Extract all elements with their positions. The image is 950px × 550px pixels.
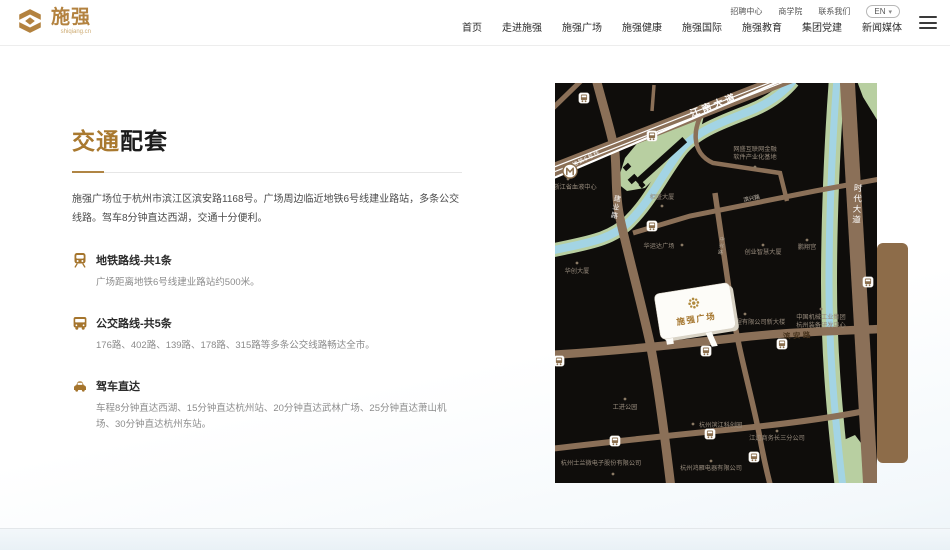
language-label: EN — [874, 7, 885, 16]
language-selector[interactable]: EN ▾ — [866, 5, 900, 18]
bus-stop-icon — [777, 339, 787, 349]
bus-stop-icon — [647, 131, 657, 141]
place-label: 江边商务长三分公司 — [749, 434, 805, 442]
decorative-brown-block — [877, 243, 908, 463]
place-label: 杭州装备研发中心 — [796, 321, 846, 329]
nav-item-plaza[interactable]: 施强广场 — [562, 19, 602, 34]
page-title-rest: 配套 — [120, 128, 168, 154]
nav-item-health[interactable]: 施强健康 — [622, 19, 662, 34]
metro-station-icon — [563, 164, 577, 178]
bus-icon — [72, 315, 88, 331]
nav-item-party[interactable]: 集团党建 — [802, 19, 842, 34]
place-label: 杭州滨江科创园 — [699, 421, 742, 429]
place-label: 创业智慧大厦 — [744, 248, 781, 256]
title-divider — [72, 171, 462, 173]
bus-stop-icon — [701, 346, 711, 356]
feature-metro: 地铁路线-共1条 广场距离地铁6号线建业路站约500米。 — [72, 252, 462, 291]
place-label: 网盛互联网金融 — [733, 145, 776, 153]
transport-section: 交通配套 施强广场位于杭州市滨江区滨安路1168号。广场周边临近地铁6号线建业路… — [72, 122, 462, 433]
bus-stop-icon — [749, 452, 759, 462]
hamburger-menu-icon[interactable] — [919, 16, 937, 29]
brand-logo[interactable]: 施强 shiqiang.cn — [16, 7, 91, 35]
footer-strip — [0, 528, 950, 550]
bus-stop-icon — [555, 356, 564, 366]
location-map: 江南大道 地铁6号线 建业路 时代大道 滨安路 滨兴路 中兴路 浙江省血液中心 … — [555, 83, 877, 483]
top-navigation-bar: 施强 shiqiang.cn 招聘中心 商学院 联系我们 EN ▾ 首页 走进施… — [0, 0, 950, 46]
place-label: 中国机械工业集团 — [796, 313, 846, 321]
nav-item-international[interactable]: 施强国际 — [682, 19, 722, 34]
place-label: 软件产业化基地 — [733, 153, 776, 161]
shiqiang-logo-icon — [16, 7, 44, 35]
place-label: 工进公园 — [613, 403, 638, 411]
nav-item-education[interactable]: 施强教育 — [742, 19, 782, 34]
place-label: 华运达广场 — [644, 242, 675, 250]
metro-icon — [72, 252, 88, 268]
feature-bus-desc: 176路、402路、139路、178路、315路等多条公交线路畅达全市。 — [96, 338, 462, 354]
map-canvas: 江南大道 地铁6号线 建业路 时代大道 滨安路 滨兴路 中兴路 浙江省血液中心 … — [555, 83, 877, 483]
nav-item-news[interactable]: 新闻媒体 — [862, 19, 902, 34]
feature-metro-desc: 广场距离地铁6号线建业路站约500米。 — [96, 275, 462, 291]
road-label-binan: 滨安路 — [783, 329, 813, 341]
place-label: 杭州鸿雁电器有限公司 — [680, 464, 742, 472]
place-label: 相盛大厦 — [650, 193, 675, 201]
feature-metro-title: 地铁路线-共1条 — [96, 252, 172, 268]
bus-stop-icon — [610, 436, 620, 446]
place-label: 鹏翔宫 — [798, 243, 817, 251]
main-nav: 首页 走进施强 施强广场 施强健康 施强国际 施强教育 集团党建 新闻媒体 — [462, 19, 902, 34]
feature-bus-title: 公交路线-共5条 — [96, 315, 172, 331]
bus-stop-icon — [647, 221, 657, 231]
utility-link-contact[interactable]: 联系我们 — [818, 6, 850, 17]
place-label: 华创大厦 — [565, 267, 590, 275]
utility-link-recruit[interactable]: 招聘中心 — [730, 6, 762, 17]
place-label: 杭州士兰微电子股份有限公司 — [561, 459, 641, 467]
place-label: 浙江省血液中心 — [555, 183, 597, 191]
page-title: 交通配套 — [72, 122, 462, 156]
page-title-accent: 交通 — [72, 128, 120, 154]
feature-bus: 公交路线-共5条 176路、402路、139路、178路、315路等多条公交线路… — [72, 315, 462, 354]
car-icon — [72, 378, 88, 394]
feature-drive: 驾车直达 车程8分钟直达西湖、15分钟直达杭州站、20分钟直达武林广场、25分钟… — [72, 378, 462, 433]
utility-links: 招聘中心 商学院 联系我们 EN ▾ — [730, 5, 900, 18]
feature-drive-title: 驾车直达 — [96, 378, 140, 394]
chevron-down-icon: ▾ — [888, 8, 892, 16]
brand-tagline: shiqiang.cn — [61, 29, 91, 35]
utility-link-school[interactable]: 商学院 — [778, 6, 802, 17]
intro-paragraph: 施强广场位于杭州市滨江区滨安路1168号。广场周边临近地铁6号线建业路站，多条公… — [72, 190, 462, 228]
bus-stop-icon — [863, 277, 873, 287]
nav-item-home[interactable]: 首页 — [462, 19, 482, 34]
bus-stop-icon — [579, 93, 589, 103]
bus-stop-icon — [705, 429, 715, 439]
feature-drive-desc: 车程8分钟直达西湖、15分钟直达杭州站、20分钟直达武林广场、25分钟直达萧山机… — [96, 401, 462, 433]
nav-item-about[interactable]: 走进施强 — [502, 19, 542, 34]
brand-name: 施强 — [51, 8, 91, 27]
